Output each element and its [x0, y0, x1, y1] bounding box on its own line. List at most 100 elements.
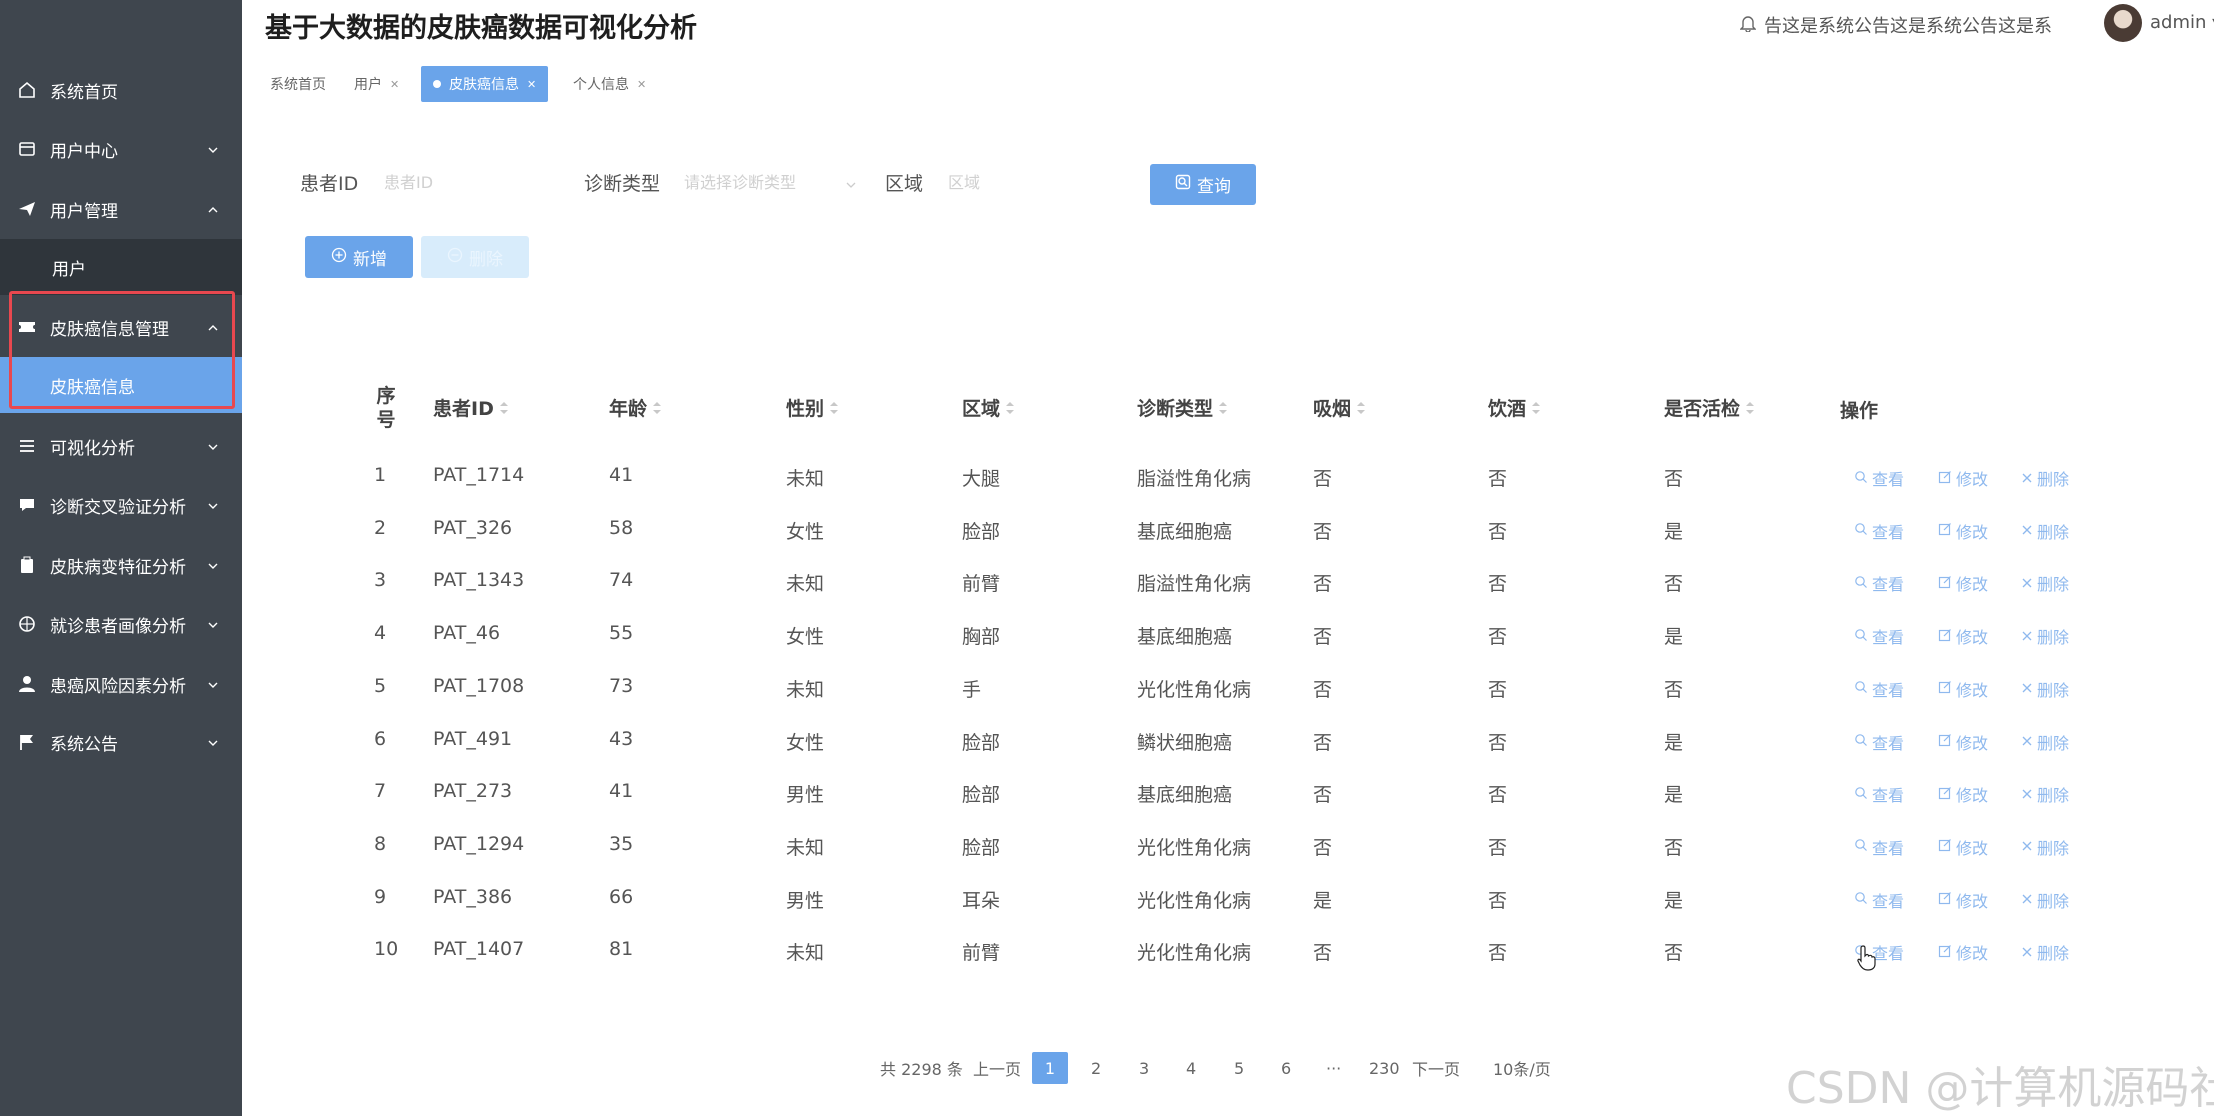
- view-button[interactable]: 查看: [1854, 730, 1904, 754]
- edit-button[interactable]: 修改: [1938, 940, 1988, 964]
- view-button[interactable]: 查看: [1854, 519, 1904, 543]
- header-label: 患者ID: [433, 398, 494, 420]
- pagination-page[interactable]: 2: [1091, 1052, 1101, 1084]
- column-header-drinking[interactable]: 饮酒: [1488, 394, 1541, 421]
- pagination-page[interactable]: 1: [1032, 1052, 1068, 1084]
- sidebar-item-visual-analysis[interactable]: 可视化分析: [0, 418, 242, 474]
- tab-home[interactable]: 系统首页: [270, 66, 326, 102]
- column-header-gender[interactable]: 性别: [786, 394, 839, 421]
- sidebar-item-patient-profile[interactable]: 就诊患者画像分析: [0, 596, 242, 652]
- region-input[interactable]: [948, 164, 1118, 200]
- column-header-patient-id[interactable]: 患者ID: [433, 394, 508, 421]
- action-label: 删除: [2037, 470, 2070, 489]
- table-cell: 2: [374, 516, 387, 539]
- table-cell: 否: [1313, 626, 1333, 649]
- diagnosis-select[interactable]: [684, 164, 854, 200]
- sidebar-item-skin-cancer-management[interactable]: 皮肤癌信息管理: [0, 299, 242, 355]
- tab-profile[interactable]: 个人信息 ✕: [573, 66, 646, 102]
- pagination-page[interactable]: 230: [1369, 1052, 1400, 1084]
- edit-button[interactable]: 修改: [1938, 835, 1988, 859]
- sidebar-item-risk-factor[interactable]: 患癌风险因素分析: [0, 656, 242, 712]
- patient-id-input[interactable]: [384, 164, 554, 200]
- column-header-age[interactable]: 年龄: [609, 394, 662, 421]
- view-button[interactable]: 查看: [1854, 782, 1904, 806]
- column-header-region[interactable]: 区域: [962, 394, 1015, 421]
- edit-button[interactable]: 修改: [1938, 782, 1988, 806]
- column-header-smoking[interactable]: 吸烟: [1313, 394, 1366, 421]
- close-icon[interactable]: ✕: [527, 78, 536, 91]
- sidebar-item-lesion-analysis[interactable]: 皮肤病变特征分析: [0, 537, 242, 593]
- user-menu[interactable]: admin ▾: [2150, 12, 2214, 33]
- table-cell: 是: [1664, 784, 1684, 807]
- view-button[interactable]: 查看: [1854, 466, 1904, 490]
- table-cell: 否: [1488, 468, 1508, 490]
- pagination-ellipsis[interactable]: ···: [1326, 1052, 1341, 1084]
- view-button[interactable]: 查看: [1854, 888, 1904, 912]
- delete-row-button[interactable]: 删除: [2021, 835, 2069, 859]
- system-notice[interactable]: 告这是系统公告这是系统公告这是系: [1740, 12, 2065, 38]
- sidebar-item-user-center[interactable]: 用户中心: [0, 121, 242, 177]
- delete-row-button[interactable]: 删除: [2021, 677, 2069, 701]
- tab-users[interactable]: 用户 ✕: [354, 66, 399, 102]
- delete-row-button[interactable]: 删除: [2021, 782, 2069, 806]
- edit-button[interactable]: 修改: [1938, 466, 1988, 490]
- sidebar-item-users[interactable]: 用户: [0, 239, 242, 295]
- edit-icon: [1938, 521, 1952, 540]
- sort-icon: [653, 401, 662, 415]
- sidebar-item-home[interactable]: 系统首页: [0, 62, 242, 118]
- table-cell: 否: [1313, 836, 1333, 859]
- table-cell: 未知: [786, 573, 825, 596]
- pagination-prev[interactable]: 上一页: [973, 1052, 1021, 1084]
- sidebar-item-label: 可视化分析: [50, 438, 135, 459]
- tab-skin-cancer-info[interactable]: 皮肤癌信息 ✕: [421, 66, 549, 102]
- action-label: 查看: [1872, 575, 1905, 595]
- edit-button[interactable]: 修改: [1938, 624, 1988, 648]
- close-icon[interactable]: ✕: [390, 78, 399, 91]
- view-button[interactable]: 查看: [1854, 835, 1904, 859]
- delete-row-button[interactable]: 删除: [2021, 466, 2069, 490]
- sidebar-item-announcement[interactable]: 系统公告: [0, 714, 242, 770]
- delete-row-button[interactable]: 删除: [2021, 571, 2069, 595]
- add-button[interactable]: 新增: [305, 236, 413, 278]
- search-icon: [1854, 785, 1868, 804]
- column-header-diagnosis[interactable]: 诊断类型: [1137, 394, 1228, 421]
- delete-button[interactable]: 删除: [421, 236, 529, 278]
- pagination-next[interactable]: 下一页: [1412, 1052, 1460, 1084]
- view-button[interactable]: 查看: [1854, 571, 1904, 595]
- table-cell: 43: [609, 727, 634, 750]
- flag-icon: [18, 733, 36, 751]
- query-button[interactable]: 查询: [1150, 164, 1256, 205]
- pagination-page[interactable]: 4: [1186, 1052, 1196, 1084]
- close-icon[interactable]: ✕: [637, 78, 646, 91]
- edit-button[interactable]: 修改: [1938, 888, 1988, 912]
- sort-icon: [830, 401, 839, 415]
- delete-row-button[interactable]: 删除: [2021, 888, 2069, 912]
- sidebar-item-label: 用户管理: [50, 201, 118, 222]
- edit-button[interactable]: 修改: [1938, 730, 1988, 754]
- avatar[interactable]: [2104, 4, 2142, 42]
- table-cell: 女性: [786, 520, 825, 543]
- edit-button[interactable]: 修改: [1938, 519, 1988, 543]
- delete-row-button[interactable]: 删除: [2021, 519, 2069, 543]
- column-header-biopsy[interactable]: 是否活检: [1664, 394, 1755, 421]
- view-button[interactable]: 查看: [1854, 677, 1904, 701]
- chevron-up-icon: [206, 202, 220, 216]
- action-label: 删除: [2037, 838, 2070, 858]
- sidebar-item-skin-cancer-info[interactable]: 皮肤癌信息: [0, 357, 242, 413]
- chevron-down-icon: [206, 617, 220, 631]
- page-size-select[interactable]: 10条/页: [1493, 1052, 1551, 1084]
- sidebar-item-user-management[interactable]: 用户管理: [0, 181, 242, 237]
- delete-row-button[interactable]: 删除: [2021, 624, 2069, 648]
- pagination-page[interactable]: 3: [1139, 1052, 1149, 1084]
- view-button[interactable]: 查看: [1854, 624, 1904, 648]
- pagination-page[interactable]: 5: [1234, 1052, 1244, 1084]
- edit-button[interactable]: 修改: [1938, 571, 1988, 595]
- delete-row-button[interactable]: 删除: [2021, 940, 2069, 964]
- table-cell: 鳞状细胞癌: [1137, 731, 1233, 754]
- table-cell: 女性: [786, 626, 825, 649]
- edit-button[interactable]: 修改: [1938, 677, 1988, 701]
- table-cell: 7: [374, 780, 387, 803]
- delete-row-button[interactable]: 删除: [2021, 730, 2069, 754]
- sidebar-item-cross-validation[interactable]: 诊断交叉验证分析: [0, 477, 242, 533]
- pagination-page[interactable]: 6: [1281, 1052, 1291, 1084]
